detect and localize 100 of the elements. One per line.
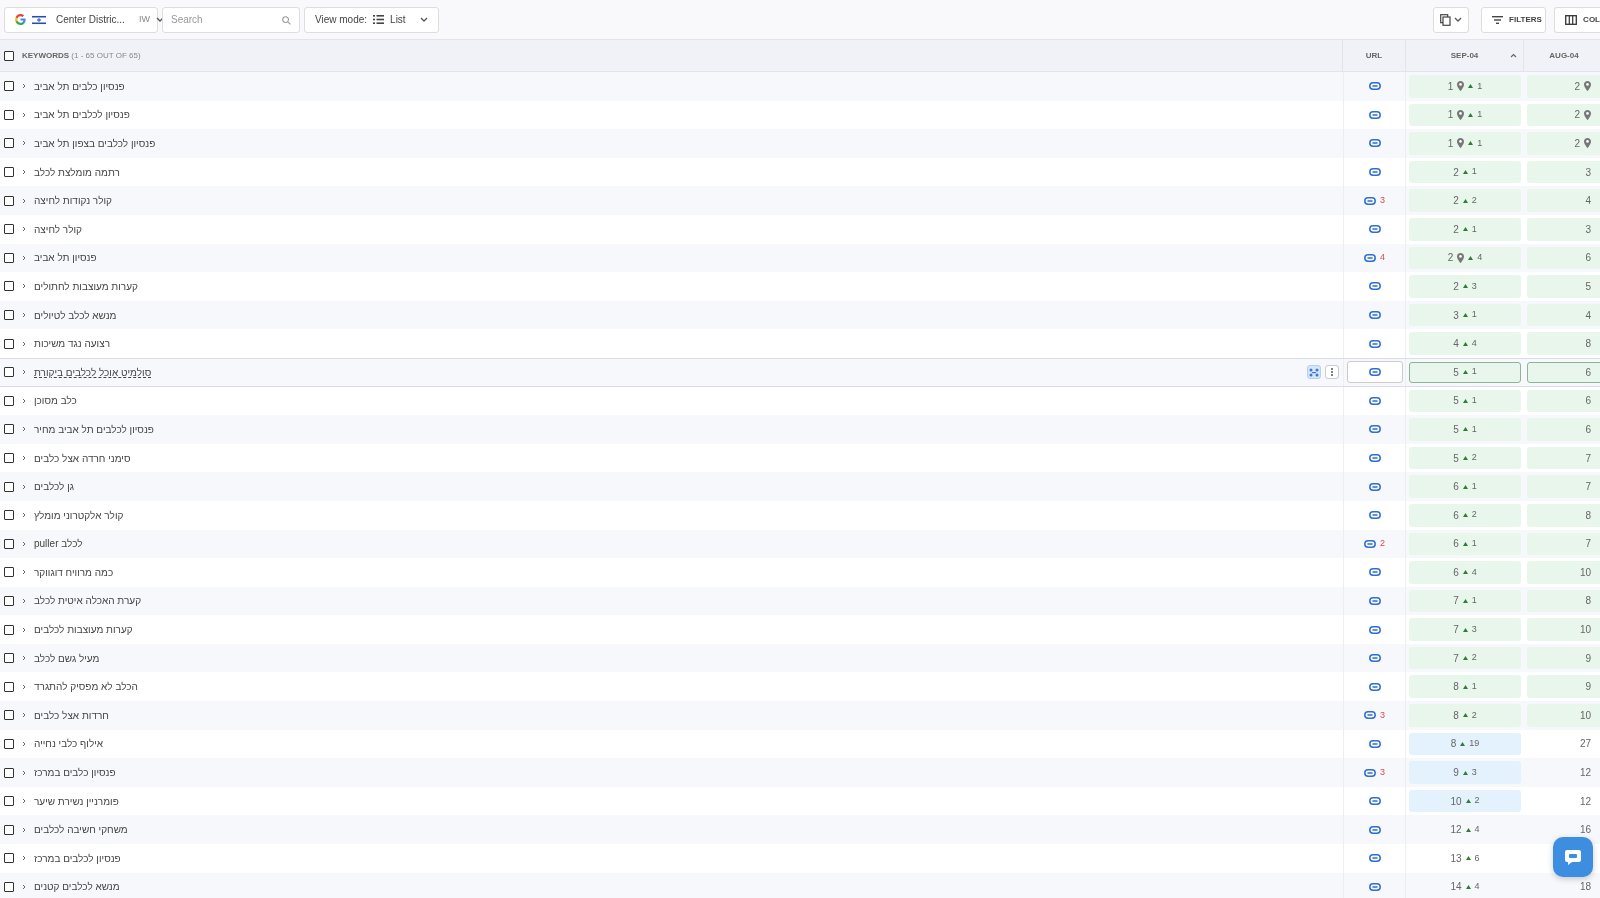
row-checkbox[interactable] xyxy=(4,109,14,120)
row-checkbox[interactable] xyxy=(4,138,14,149)
keyword-text[interactable]: פנסיון תל אביב xyxy=(34,250,97,266)
expand-chevron-icon[interactable] xyxy=(22,569,26,576)
link-icon[interactable] xyxy=(1368,282,1381,291)
keyword-text[interactable]: קערות מעוצבות לכלבים xyxy=(34,622,133,638)
expand-chevron-icon[interactable] xyxy=(22,655,26,662)
expand-chevron-icon[interactable] xyxy=(22,397,26,404)
row-checkbox[interactable] xyxy=(4,310,14,321)
keyword-text[interactable]: אילוף כלבי נחייה xyxy=(34,736,104,752)
keyword-text[interactable]: סולמיט אוכל לכלבים ביקורת xyxy=(34,364,152,380)
row-checkbox[interactable] xyxy=(4,338,14,349)
row-checkbox[interactable] xyxy=(4,596,14,606)
keyword-text[interactable]: פנסיון לכלבים תל אביב xyxy=(34,107,130,123)
link-icon[interactable] xyxy=(1368,882,1381,891)
link-icon[interactable] xyxy=(1364,539,1376,548)
keyword-text[interactable]: מנשא לכלבים קטנים xyxy=(34,879,120,895)
expand-chevron-icon[interactable] xyxy=(22,826,26,833)
keyword-text[interactable]: קערת האכלה איטית לכלב xyxy=(34,593,142,609)
copy-dropdown[interactable] xyxy=(1433,6,1470,33)
link-icon[interactable] xyxy=(1368,682,1381,691)
expand-chevron-icon[interactable] xyxy=(22,254,26,261)
keyword-text[interactable]: פנסיון כלבים במרכז xyxy=(34,765,116,781)
keyword-text[interactable]: מנשא לכלב לטיולים xyxy=(34,307,117,323)
keyword-text[interactable]: פנסיון לכלבים במרכז xyxy=(34,850,121,866)
link-icon[interactable] xyxy=(1364,711,1376,720)
sort-caret-icon[interactable] xyxy=(1510,53,1517,58)
link-icon[interactable] xyxy=(1368,225,1381,234)
row-checkbox[interactable] xyxy=(4,767,14,778)
link-icon[interactable] xyxy=(1368,82,1381,91)
row-checkbox[interactable] xyxy=(4,510,14,521)
row-checkbox[interactable] xyxy=(4,681,14,692)
link-icon[interactable] xyxy=(1368,425,1381,434)
expand-chevron-icon[interactable] xyxy=(22,197,26,204)
link-icon[interactable] xyxy=(1368,454,1381,462)
expand-chevron-icon[interactable] xyxy=(22,226,26,233)
link-icon[interactable] xyxy=(1368,739,1381,748)
link-icon[interactable] xyxy=(1368,625,1381,634)
expand-chevron-icon[interactable] xyxy=(22,369,26,376)
expand-chevron-icon[interactable] xyxy=(22,312,26,319)
keyword-text[interactable]: קערות מעוצבות לחתולים xyxy=(34,278,138,294)
expand-chevron-icon[interactable] xyxy=(22,455,26,461)
link-icon[interactable] xyxy=(1368,654,1381,663)
row-checkbox[interactable] xyxy=(4,538,14,549)
row-checkbox[interactable] xyxy=(4,224,14,235)
expand-chevron-icon[interactable] xyxy=(22,598,26,604)
row-checkbox[interactable] xyxy=(4,395,14,406)
link-icon[interactable] xyxy=(1364,196,1376,205)
link-icon[interactable] xyxy=(1368,110,1381,119)
link-icon[interactable] xyxy=(1364,253,1376,262)
expand-chevron-icon[interactable] xyxy=(22,740,26,747)
view-mode-dropdown[interactable]: View mode: List xyxy=(304,6,439,33)
link-icon[interactable] xyxy=(1368,339,1381,348)
row-checkbox[interactable] xyxy=(4,424,14,435)
expand-chevron-icon[interactable] xyxy=(22,883,26,890)
expand-chevron-icon[interactable] xyxy=(22,83,26,90)
expand-chevron-icon[interactable] xyxy=(22,626,26,633)
keyword-text[interactable]: גן לכלבים xyxy=(34,479,74,495)
link-icon[interactable] xyxy=(1368,568,1381,577)
row-checkbox[interactable] xyxy=(4,824,14,835)
expand-chevron-icon[interactable] xyxy=(22,426,26,433)
expand-chevron-icon[interactable] xyxy=(22,283,26,290)
keyword-text[interactable]: כלב מסוכן xyxy=(34,393,77,409)
link-icon[interactable] xyxy=(1368,854,1381,863)
keyword-text[interactable]: קולר נקודות לחיצה xyxy=(34,193,112,209)
row-checkbox[interactable] xyxy=(4,624,14,635)
expand-chevron-icon[interactable] xyxy=(22,512,26,519)
expand-chevron-icon[interactable] xyxy=(22,169,26,176)
expand-chevron-icon[interactable] xyxy=(22,483,26,490)
link-icon[interactable] xyxy=(1368,797,1381,806)
keyword-text[interactable]: סימני חרדה אצל כלבים xyxy=(34,450,131,466)
keyword-text[interactable]: הכלב לא מפסיק להתגרד xyxy=(34,679,138,695)
column-header[interactable]: AUG-04 xyxy=(1549,49,1579,62)
row-checkbox[interactable] xyxy=(4,252,14,263)
expand-chevron-icon[interactable] xyxy=(22,798,26,805)
chat-button[interactable] xyxy=(1553,837,1593,877)
keyword-text[interactable]: puller לכלב xyxy=(34,536,83,552)
more-button[interactable] xyxy=(1325,365,1339,380)
expand-chevron-icon[interactable] xyxy=(22,140,26,147)
link-icon[interactable] xyxy=(1368,139,1381,148)
row-checkbox[interactable] xyxy=(4,81,14,92)
column-header[interactable]: SEP-04 xyxy=(1450,49,1479,62)
search-field[interactable]: Search xyxy=(162,6,300,33)
keyword-text[interactable]: קולר אלקטרוני מומלץ xyxy=(34,507,124,523)
link-icon[interactable] xyxy=(1368,825,1381,834)
expand-chevron-icon[interactable] xyxy=(22,855,26,862)
link-icon[interactable] xyxy=(1368,368,1381,377)
row-checkbox[interactable] xyxy=(4,481,14,492)
keyword-text[interactable]: פומרניין נשירת שיער xyxy=(34,793,119,809)
keyword-text[interactable]: כמה מרוויח דוגווקר xyxy=(34,564,114,580)
row-checkbox[interactable] xyxy=(4,367,14,378)
keyword-text[interactable]: מעיל גשם לכלב xyxy=(34,650,100,666)
link-icon[interactable] xyxy=(1368,511,1381,520)
link-icon[interactable] xyxy=(1368,396,1381,405)
select-all-checkbox[interactable] xyxy=(4,50,14,61)
link-icon[interactable] xyxy=(1368,311,1381,320)
link-icon[interactable] xyxy=(1368,482,1381,491)
filters-button[interactable]: FILTERS xyxy=(1481,6,1547,33)
expand-chevron-icon[interactable] xyxy=(22,340,26,347)
expand-chevron-icon[interactable] xyxy=(22,712,26,719)
